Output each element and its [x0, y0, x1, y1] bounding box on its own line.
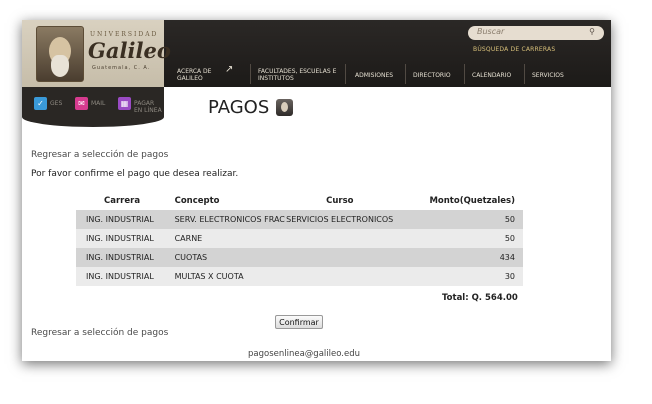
page-title: PAGOS [208, 97, 270, 118]
cell-concept: SERV. ELECTRONICOS FRAC [174, 210, 287, 229]
mail-label[interactable]: MAIL [91, 100, 105, 107]
nav-directory[interactable]: DIRECTORIO [413, 72, 451, 79]
table-header-row: Carrera Concepto Curso Monto(Quetzales) [76, 192, 523, 210]
confirm-instruction: Por favor confirme el pago que desea rea… [31, 169, 239, 179]
shortcut-bar: ✓ GES ✉ MAIL ▦ PAGAR EN LÍNEA [22, 87, 164, 127]
cell-career: ING. INDUSTRIAL [76, 229, 175, 248]
nav-calendar[interactable]: CALENDARIO [472, 72, 511, 79]
telescope-icon: ↗ [225, 64, 234, 75]
nav-services[interactable]: SERVICIOS [532, 72, 564, 79]
logo-location-text: Guatemala, C. A. [92, 65, 151, 71]
nav-divider [345, 64, 346, 84]
nav-divider [464, 64, 465, 84]
cell-career: ING. INDUSTRIAL [76, 267, 175, 286]
cell-amount: 434 [421, 248, 523, 267]
cell-course [286, 229, 422, 248]
mail-icon[interactable]: ✉ [75, 97, 88, 110]
confirm-button[interactable]: Confirmar [275, 315, 323, 329]
column-header-amount: Monto(Quetzales) [429, 196, 515, 206]
back-to-payments-link[interactable]: Regresar a selección de pagos [31, 150, 168, 160]
ges-label[interactable]: GES [50, 100, 62, 107]
nav-divider [524, 64, 525, 84]
cell-course [286, 267, 422, 286]
column-header-course: Curso [326, 196, 354, 206]
table-row: ING. INDUSTRIAL CUOTAS 434 [76, 248, 523, 267]
column-header-concept: Concepto [174, 196, 220, 206]
ges-icon[interactable]: ✓ [34, 97, 47, 110]
search-icon[interactable]: ⚲ [589, 27, 595, 36]
site-header: UNIVERSIDAD Galileo Guatemala, C. A. Bus… [22, 20, 611, 87]
footer-email[interactable]: pagosenlinea@galileo.edu [248, 349, 360, 359]
cell-concept: CARNE [174, 229, 287, 248]
nav-admissions[interactable]: ADMISIONES [355, 72, 393, 79]
column-header-career: Carrera [104, 196, 141, 206]
cell-concept: MULTAS X CUOTA [174, 267, 287, 286]
table-row: ING. INDUSTRIAL CARNE 50 [76, 229, 523, 248]
logo-name-text: Galileo [88, 38, 171, 63]
cell-course [286, 248, 422, 267]
back-to-payments-link-bottom[interactable]: Regresar a selección de pagos [31, 328, 168, 338]
logo-university-text: UNIVERSIDAD [90, 31, 159, 38]
nav-divider [250, 64, 251, 84]
table-row: ING. INDUSTRIAL MULTAS X CUOTA 30 [76, 267, 523, 286]
galileo-portrait-icon [36, 26, 84, 82]
careers-search-link[interactable]: BÚSQUEDA DE CARRERAS [473, 46, 555, 53]
cell-amount: 50 [421, 210, 523, 229]
galileo-avatar-icon [276, 99, 293, 116]
cell-amount: 50 [421, 229, 523, 248]
credit-card-icon[interactable]: ▦ [118, 97, 131, 110]
nav-faculties[interactable]: FACULTADES, ESCUELAS E INSTITUTOS [258, 68, 340, 82]
table-row: ING. INDUSTRIAL SERV. ELECTRONICOS FRAC … [76, 210, 523, 229]
cell-career: ING. INDUSTRIAL [76, 210, 175, 229]
total-amount: Total: Q. 564.00 [442, 293, 518, 303]
pay-online-label[interactable]: PAGAR EN LÍNEA [134, 100, 162, 114]
search-placeholder: Buscar [477, 27, 505, 36]
payments-table: Carrera Concepto Curso Monto(Quetzales) … [76, 192, 523, 286]
university-logo[interactable]: UNIVERSIDAD Galileo Guatemala, C. A. [22, 20, 171, 87]
cell-amount: 30 [421, 267, 523, 286]
cell-career: ING. INDUSTRIAL [76, 248, 175, 267]
app-window: UNIVERSIDAD Galileo Guatemala, C. A. Bus… [22, 20, 611, 361]
nav-about[interactable]: ACERCA DE GALILEO [177, 68, 221, 82]
search-input[interactable]: Buscar ⚲ [468, 26, 604, 40]
nav-divider [405, 64, 406, 84]
cell-concept: CUOTAS [174, 248, 287, 267]
cell-course: SERVICIOS ELECTRONICOS [286, 210, 422, 229]
